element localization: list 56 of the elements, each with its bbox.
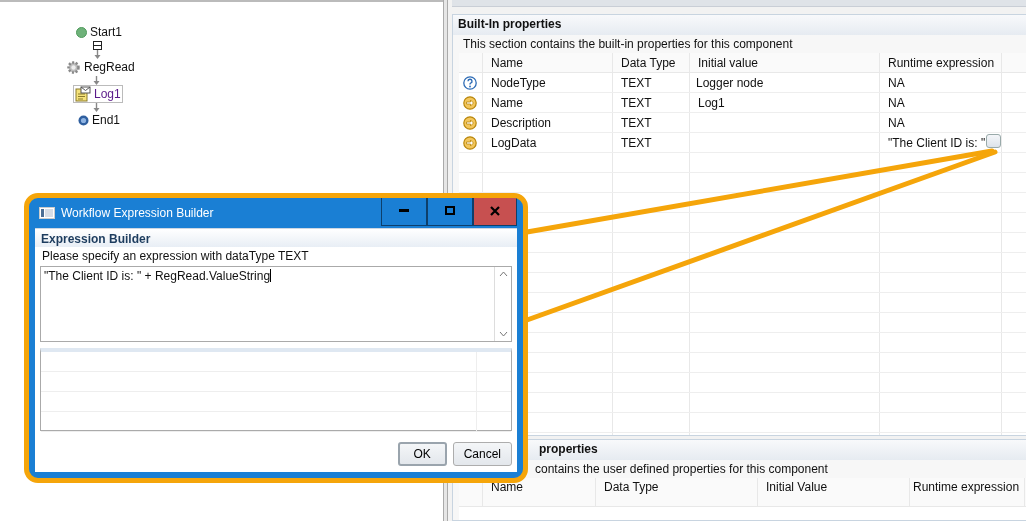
section-description: This section contains the built-in properties for this component [462, 36, 794, 53]
section-title: Built-In properties [458, 17, 562, 31]
arrow-circle-icon [463, 95, 477, 110]
scroll-up-icon [498, 271, 508, 277]
column-header[interactable]: Initial value [690, 53, 880, 72]
table-cell: Log1 [698, 95, 725, 110]
table-cell: TEXT [621, 135, 652, 150]
arrow-circle-icon [463, 115, 477, 130]
table-cell: NA [888, 95, 905, 110]
window-title: Workflow Expression Builder [61, 206, 215, 220]
gear-icon [66, 60, 81, 75]
table-cell: TEXT [621, 75, 652, 90]
workflow-node[interactable]: Log1 [73, 85, 123, 103]
connector-arrow [93, 103, 100, 112]
connector-arrow [94, 50, 101, 59]
column-header[interactable]: Name [483, 53, 613, 72]
help-icon [463, 75, 477, 90]
section-title: properties [539, 442, 598, 456]
table-cell: Name [491, 95, 523, 110]
end-circle-icon [78, 115, 89, 126]
dialog-heading: Expression Builder [41, 232, 151, 246]
column-header[interactable]: Runtime expression [910, 478, 1025, 506]
column-header[interactable]: Initial Value [758, 478, 910, 506]
workflow-node[interactable]: End1 [76, 112, 123, 129]
table-cell: TEXT [621, 115, 652, 130]
cancel-button[interactable]: Cancel [452, 442, 512, 466]
minimize-button[interactable] [381, 198, 427, 226]
ok-button[interactable]: OK [397, 442, 447, 466]
scroll-down-icon [498, 331, 508, 337]
close-icon [490, 205, 500, 216]
column-header[interactable]: Data Type [596, 478, 758, 506]
table-cell: LogData [491, 135, 537, 150]
table-cell: NA [888, 75, 905, 90]
connector-arrow [93, 76, 100, 85]
table-cell: "The Client ID is: " [888, 135, 986, 150]
prompt-text: Please specify an expression with dataType TEXT [41, 248, 310, 265]
workflow-node[interactable]: Start1 [74, 24, 124, 41]
workflow-node[interactable]: RegRead [64, 59, 137, 76]
table-cell: Description [491, 115, 552, 130]
start-circle-icon [76, 27, 87, 38]
table-cell: NA [888, 115, 905, 130]
table-cell: Logger node [696, 75, 764, 90]
expression-field[interactable]: "The Client ID is: " + RegRead.ValueString [40, 266, 512, 342]
close-button[interactable] [473, 198, 517, 226]
column-header[interactable]: Runtime expression [880, 53, 1002, 72]
note-envelope-icon [75, 86, 91, 102]
table-cell: NodeType [491, 75, 546, 90]
column-header[interactable]: Data Type [613, 53, 690, 72]
collapse-icon [93, 41, 102, 50]
maximize-icon [445, 205, 455, 216]
table-cell: TEXT [621, 95, 652, 110]
maximize-button[interactable] [427, 198, 473, 226]
arrow-circle-icon [463, 135, 477, 150]
section-description: contains the user defined properties for this component [534, 461, 829, 478]
minimize-icon [399, 209, 409, 212]
window-icon [39, 207, 55, 219]
